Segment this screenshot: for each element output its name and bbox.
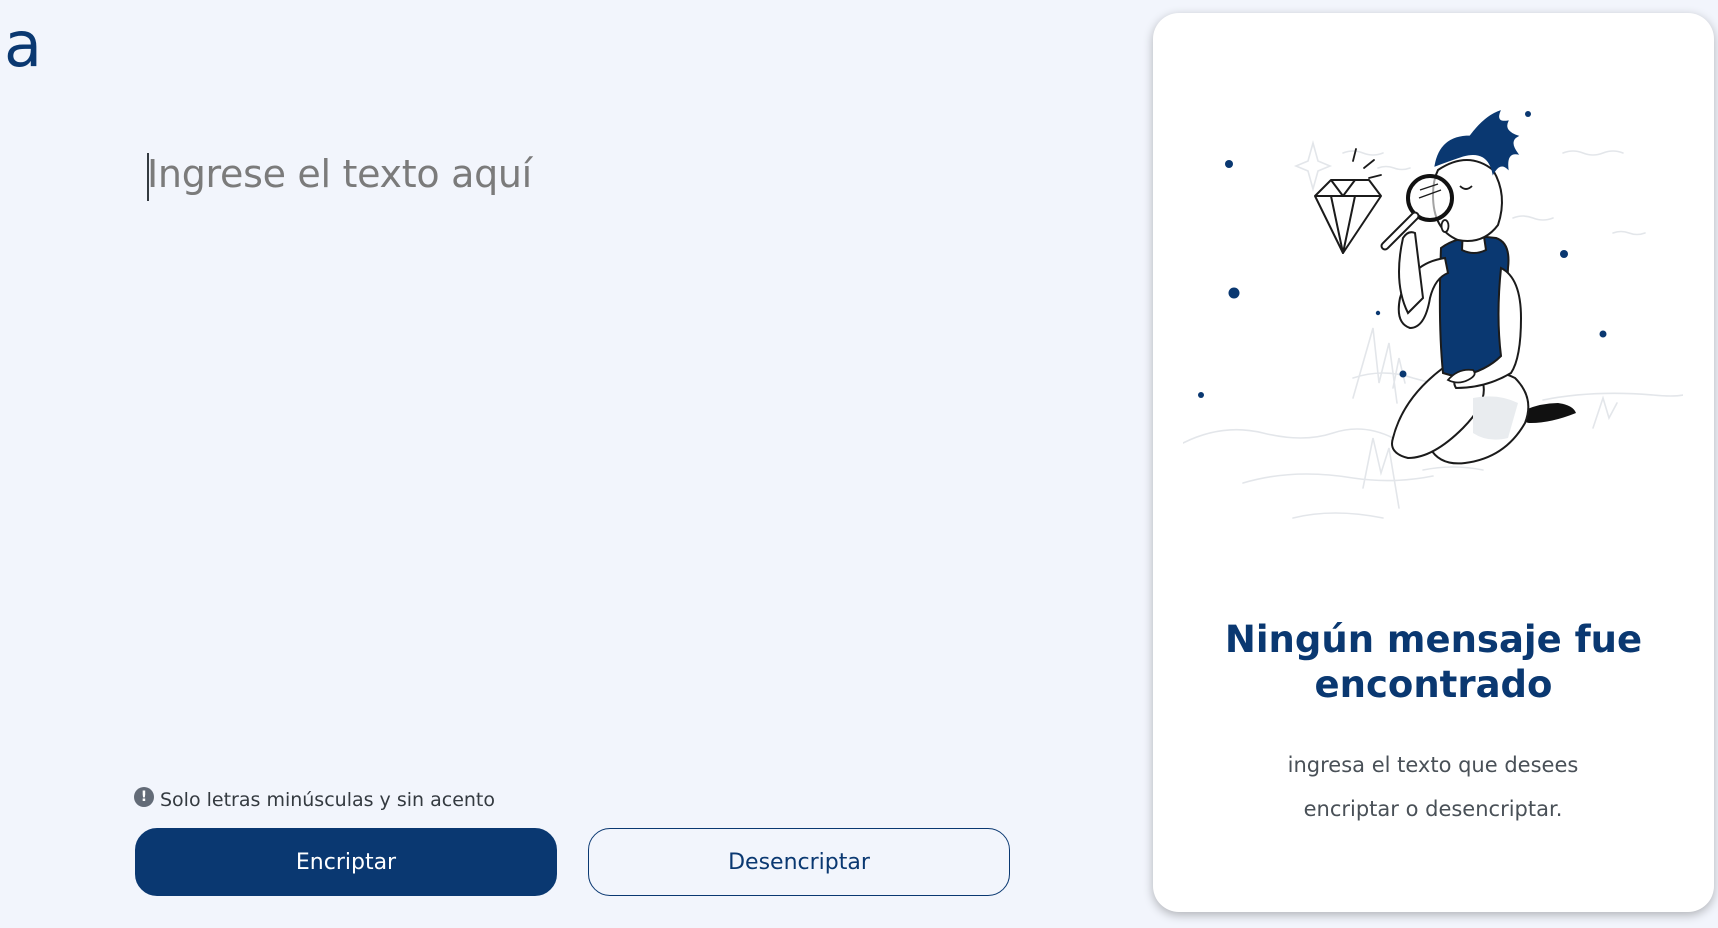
text-input[interactable]	[146, 150, 1006, 750]
output-panel: Ningún mensaje fue encontrado ingresa el…	[1153, 13, 1714, 912]
decrypt-button[interactable]: Desencriptar	[588, 828, 1010, 896]
exclamation-circle-icon: !	[134, 787, 154, 807]
empty-state-title-line1: Ningún mensaje fue	[1224, 618, 1643, 661]
empty-state-title-line2: encontrado	[1314, 663, 1553, 706]
text-cursor	[147, 153, 149, 201]
empty-state-subtitle-line1: ingresa el texto que desees	[1287, 753, 1579, 777]
hint-text: Solo letras minúsculas y sin acento	[160, 789, 495, 811]
search-illustration	[1183, 110, 1683, 519]
empty-state-title: Ningún mensaje fue encontrado	[1153, 617, 1714, 707]
logo: a	[4, 8, 42, 81]
encrypt-button[interactable]: Encriptar	[135, 828, 557, 896]
empty-state-subtitle-line2: encriptar o desencriptar.	[1303, 797, 1563, 821]
empty-state-subtitle: ingresa el texto que desees encriptar o …	[1233, 743, 1633, 831]
hint-message: ! Solo letras minúsculas y sin acento	[134, 787, 495, 811]
